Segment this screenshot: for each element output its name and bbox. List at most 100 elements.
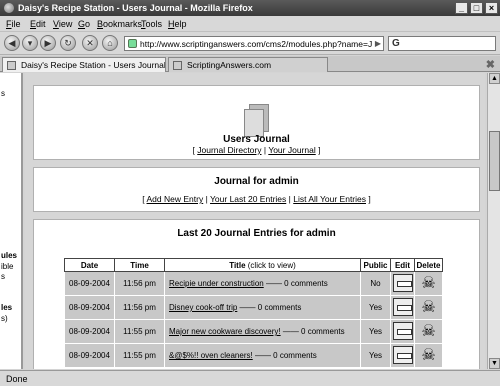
forward-icon[interactable]: ▶ <box>40 35 56 51</box>
entry-public: Yes <box>360 295 391 320</box>
entry-title-link[interactable]: Disney cook-off trip <box>169 303 237 312</box>
left-frame-text: ible <box>1 262 14 271</box>
menu-bookmarks[interactable]: Bookmarks <box>97 19 142 29</box>
entry-date: 08-09-2004 <box>64 271 115 296</box>
menu-edit[interactable]: Edit <box>30 19 46 29</box>
your-journal-link[interactable]: Your Journal <box>268 145 315 155</box>
maximize-button[interactable]: □ <box>470 2 483 14</box>
menu-view[interactable]: View <box>53 19 72 29</box>
entry-title-cell: Major new cookware discovery! —— 0 comme… <box>164 319 361 344</box>
skull-crossbones-delete-icon[interactable]: ☠ <box>421 299 435 317</box>
skull-crossbones-delete-icon[interactable]: ☠ <box>421 323 435 341</box>
entry-date: 08-09-2004 <box>64 319 115 344</box>
left-frame-text: s <box>1 272 5 281</box>
address-bar[interactable]: http://www.scriptinganswers.com/cms2/mod… <box>124 36 384 51</box>
tab-label: Daisy's Recipe Station - Users Journal <box>21 60 166 70</box>
vertical-scrollbar[interactable]: ▲ ▼ <box>487 73 500 369</box>
home-icon[interactable]: ⌂ <box>102 35 118 51</box>
minimize-button[interactable]: _ <box>455 2 468 14</box>
page-content: Users Journal [ Journal Directory | Your… <box>25 73 485 369</box>
firefox-icon <box>4 3 14 13</box>
window-title: Daisy's Recipe Station - Users Journal -… <box>18 3 253 13</box>
back-dropdown-icon[interactable]: ▾ <box>22 35 38 51</box>
close-tab-icon[interactable]: ✖ <box>486 58 495 71</box>
left-frame-text: s) <box>1 314 8 323</box>
menu-bar: File Edit View Go Bookmarks Tools Help <box>0 16 500 32</box>
entry-time: 11:56 pm <box>114 271 165 296</box>
time-header: Time <box>114 258 165 272</box>
admin-journal-heading: Journal for admin <box>214 176 299 187</box>
edit-header: Edit <box>390 258 415 272</box>
last-20-entries-link[interactable]: Your Last 20 Entries <box>210 194 286 204</box>
tab-users-journal[interactable]: Daisy's Recipe Station - Users Journal <box>2 57 166 72</box>
edit-cell <box>390 319 415 344</box>
scroll-down-icon[interactable]: ▼ <box>489 358 500 369</box>
url-text[interactable]: http://www.scriptinganswers.com/cms2/mod… <box>140 39 372 49</box>
scrollbar-thumb[interactable] <box>489 131 500 191</box>
menu-help[interactable]: Help <box>168 19 187 29</box>
menu-file[interactable]: File <box>6 19 21 29</box>
date-header: Date <box>64 258 115 272</box>
delete-cell: ☠ <box>414 343 443 368</box>
title-bar: Daisy's Recipe Station - Users Journal -… <box>0 0 500 16</box>
journal-directory-link[interactable]: Journal Directory <box>197 145 261 155</box>
entries-table: Date Time Title (click to view) Public E… <box>64 258 443 368</box>
entry-time: 11:56 pm <box>114 295 165 320</box>
navigation-toolbar: ◀ ▾ ▶ ↻ ✕ ⌂ http://www.scriptinganswers.… <box>0 32 500 55</box>
entry-title-cell: Recipie under construction —— 0 comments <box>164 271 361 296</box>
tab-bar: Daisy's Recipe Station - Users Journal S… <box>0 56 500 72</box>
entry-comments: —— 0 comments <box>263 279 328 288</box>
users-journal-heading: Users Journal <box>223 134 290 145</box>
left-frame-text[interactable]: s <box>1 89 5 98</box>
status-text: Done <box>6 374 28 384</box>
admin-journal-nav: [ Add New Entry | Your Last 20 Entries |… <box>142 194 371 204</box>
public-header: Public <box>360 258 391 272</box>
edit-icon[interactable] <box>392 297 413 316</box>
table-row: 08-09-2004 11:56 pm Recipie under constr… <box>64 271 443 296</box>
entry-time: 11:55 pm <box>114 319 165 344</box>
edit-cell <box>390 343 415 368</box>
entries-panel: Last 20 Journal Entries for admin Date T… <box>33 219 480 369</box>
stop-icon[interactable]: ✕ <box>82 35 98 51</box>
entries-heading: Last 20 Journal Entries for admin <box>177 228 336 239</box>
entry-comments: —— 0 comments <box>252 351 317 360</box>
entry-time: 11:55 pm <box>114 343 165 368</box>
edit-cell <box>390 271 415 296</box>
menu-go[interactable]: Go <box>78 19 90 29</box>
tab-scriptinganswers[interactable]: ScriptingAnswers.com <box>168 57 328 72</box>
reload-icon[interactable]: ↻ <box>60 35 76 51</box>
close-window-button[interactable]: × <box>485 2 498 14</box>
tab-page-icon <box>7 61 16 70</box>
users-journal-panel: Users Journal [ Journal Directory | Your… <box>33 85 480 160</box>
delete-cell: ☠ <box>414 295 443 320</box>
left-frame: s ules ible s les s) <box>0 73 23 369</box>
scroll-up-icon[interactable]: ▲ <box>489 73 500 84</box>
status-bar: Done <box>0 370 500 386</box>
entry-public: Yes <box>360 343 391 368</box>
entry-title-link[interactable]: Recipie under construction <box>169 279 264 288</box>
entry-title-link[interactable]: Major new cookware discovery! <box>169 327 281 336</box>
entry-title-cell: Disney cook-off trip —— 0 comments <box>164 295 361 320</box>
skull-crossbones-delete-icon[interactable]: ☠ <box>421 275 435 293</box>
entry-title-link[interactable]: &@$%!! oven cleaners! <box>169 351 253 360</box>
edit-icon[interactable] <box>392 321 413 340</box>
entry-title-cell: &@$%!! oven cleaners! —— 0 comments <box>164 343 361 368</box>
delete-cell: ☠ <box>414 319 443 344</box>
back-icon[interactable]: ◀ <box>4 35 20 51</box>
edit-icon[interactable] <box>392 345 413 364</box>
table-header-row: Date Time Title (click to view) Public E… <box>64 258 443 272</box>
page-icon <box>128 39 137 48</box>
entry-comments: —— 0 comments <box>237 303 302 312</box>
edit-icon[interactable] <box>392 273 413 292</box>
search-box[interactable]: G <box>388 36 496 51</box>
search-engine-icon[interactable]: G <box>392 38 400 49</box>
entry-public: No <box>360 271 391 296</box>
list-all-entries-link[interactable]: List All Your Entries <box>293 194 366 204</box>
menu-tools[interactable]: Tools <box>141 19 162 29</box>
skull-crossbones-delete-icon[interactable]: ☠ <box>421 347 435 365</box>
entry-date: 08-09-2004 <box>64 343 115 368</box>
add-new-entry-link[interactable]: Add New Entry <box>147 194 204 204</box>
left-frame-text: les <box>1 303 13 312</box>
go-icon[interactable]: ▶ <box>375 39 381 48</box>
entry-public: Yes <box>360 319 391 344</box>
